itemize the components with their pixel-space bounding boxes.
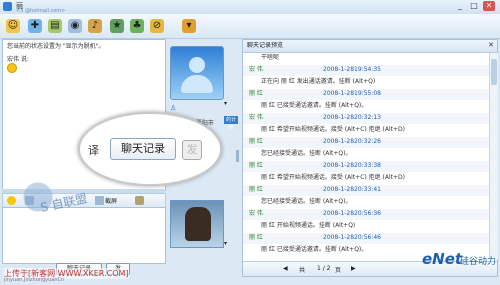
history-message: 丽 红 希望开始视频通话。接受 (Alt+C) 拒绝 (Alt+D) — [261, 126, 406, 133]
history-timestamp: 2008-1-2819:55:08 — [323, 90, 381, 97]
contacts-icon[interactable]: ☺ — [6, 19, 20, 33]
history-panel: 聊天记录预览 ✕ 干啥呢宏 伟 2008-1-2819:54:35 正在向 丽 红 … — [242, 39, 498, 277]
history-sender: 丽 红 — [249, 162, 263, 169]
avatar-menu-icon[interactable]: ▾ — [224, 100, 227, 107]
history-message: 丽 红 已接受通话邀请。挂断 (Alt+Q)。 — [261, 246, 368, 253]
minimize-button[interactable]: _ — [454, 1, 466, 11]
history-close-icon[interactable]: ✕ — [488, 41, 494, 49]
history-entry-header: 丽 红 2008-1-2820:32:26 — [243, 137, 489, 148]
game-icon[interactable]: ♣ — [130, 19, 144, 33]
watermark-sub: jinyuan.JinzhongyuanCn — [4, 277, 65, 283]
history-sender: 丽 红 — [249, 234, 263, 241]
history-message: 正在向 丽 红 发出通话邀请。挂断 (Alt+Q) — [261, 78, 376, 85]
history-scrollbar[interactable] — [489, 53, 498, 259]
magnifier-callout: 译 聊天记录 发 — [78, 112, 222, 186]
history-sender: 丽 红 — [249, 186, 263, 193]
prev-page-icon[interactable]: ◀ — [283, 265, 288, 272]
history-sender: 丽 红 — [249, 138, 263, 145]
history-list[interactable]: 干啥呢宏 伟 2008-1-2819:54:35 正在向 丽 红 发出通话邀请。挂断… — [243, 53, 489, 259]
history-message: 您已经接受通话。挂断 (Alt+Q)。 — [261, 150, 352, 157]
app-icon — [3, 2, 12, 11]
history-message: 丽 红 希望开始视频通话。接受 (Alt+C) 拒绝 (Alt+D) — [261, 174, 406, 181]
person-icon: ♙ — [170, 104, 177, 112]
history-entry-message: 您已经接受通话。挂断 (Alt+Q)。 — [243, 197, 489, 208]
video-icon[interactable]: ◉ — [68, 19, 82, 33]
title-bar: 丽 <3 @hotmail.com> _ □ ✕ — [0, 0, 500, 14]
history-entry-message: 正在向 丽 红 发出通话邀请。挂断 (Alt+Q) — [243, 77, 489, 88]
voice-icon[interactable]: ♪ — [88, 19, 102, 33]
history-message: 丽 红 开始视频通话。挂断 (Alt+Q) — [261, 222, 356, 229]
history-sender: 丽 红 — [249, 90, 263, 97]
history-entry-header: 宏 伟 2008-1-2820:32:13 — [243, 113, 489, 124]
magnified-send-button[interactable]: 发 — [182, 140, 202, 160]
menu-icon[interactable]: ▾ — [182, 19, 196, 33]
history-timestamp: 2008-1-2820:56:46 — [323, 234, 381, 241]
history-message: 干啥呢 — [261, 54, 280, 61]
avatar-body-shape — [181, 75, 213, 93]
my-avatar-menu-icon[interactable]: ▾ — [224, 240, 227, 247]
history-sender: 宏 伟 — [249, 114, 263, 121]
my-avatar[interactable] — [170, 200, 224, 248]
history-message: 您已经接受通话。挂断 (Alt+Q)。 — [261, 198, 352, 205]
file-icon[interactable]: ▤ — [48, 19, 62, 33]
history-entry-header: 宏 伟 2008-1-2819:54:35 — [243, 65, 489, 76]
history-entry-header: 丽 红 2008-1-2820:33:38 — [243, 161, 489, 172]
history-timestamp: 2008-1-2820:56:36 — [323, 210, 381, 217]
history-entry-message: 丽 红 希望开始视频通话。接受 (Alt+C) 拒绝 (Alt+D) — [243, 173, 489, 184]
history-entry-message: 您已经接受通话。挂断 (Alt+Q)。 — [243, 149, 489, 160]
enet-logo: eNet — [422, 250, 463, 268]
history-entry-header: 宏 伟 2008-1-2820:56:36 — [243, 209, 489, 220]
magnified-history-button[interactable]: 聊天记录 — [110, 138, 176, 160]
activity-icon[interactable]: ★ — [110, 19, 124, 33]
history-timestamp: 2008-1-2820:32:26 — [323, 138, 381, 145]
next-page-icon[interactable]: ▶ — [351, 265, 356, 272]
status-note: 您当前的状态设置为 "显示为脱机"。 — [7, 43, 105, 50]
scroll-thumb[interactable] — [491, 59, 497, 85]
history-entry-header: 丽 红 2008-1-2820:56:46 — [243, 233, 489, 244]
history-entry-message: 丽 红 希望开始视频通话。接受 (Alt+C) 拒绝 (Alt+D) — [243, 125, 489, 136]
message-sender: 宏伟 说: — [7, 56, 29, 63]
pager-value: 1 / 2 — [317, 265, 331, 272]
avatar-head-shape — [189, 57, 205, 73]
maximize-button[interactable]: □ — [468, 1, 480, 11]
screenshot-label[interactable]: 截屏 — [105, 196, 117, 205]
history-entry-header: 丽 红 2008-1-2819:55:08 — [243, 89, 489, 100]
history-entry-header: 丽 红 2008-1-2820:33:41 — [243, 185, 489, 196]
toolbar: ☺ ✚ ▤ ◉ ♪ ★ ♣ ⊘ ▾ — [0, 14, 500, 39]
smiley-icon — [7, 63, 17, 73]
screenshot-icon[interactable] — [95, 196, 104, 205]
panel-toggle-handle[interactable] — [236, 150, 239, 162]
history-timestamp: 2008-1-2820:33:38 — [323, 162, 381, 169]
history-timestamp: 2008-1-2820:32:13 — [323, 114, 381, 121]
history-sender: 宏 伟 — [249, 210, 263, 217]
friend-badge[interactable]: 的计划 — [224, 116, 238, 131]
background-icon[interactable] — [135, 196, 144, 205]
close-button[interactable]: ✕ — [483, 1, 495, 11]
history-entry-message: 丽 红 已接受通话邀请。挂断 (Alt+Q)。 — [243, 101, 489, 112]
history-sender: 宏 伟 — [249, 66, 263, 73]
history-message: 丽 红 已接受通话邀请。挂断 (Alt+Q)。 — [261, 102, 368, 109]
enet-logo-suffix: 硅谷动力 — [460, 257, 497, 267]
horse-image — [185, 207, 211, 241]
pager-suffix: 页 — [335, 267, 342, 274]
history-timestamp: 2008-1-2820:33:41 — [323, 186, 381, 193]
magnified-text: 译 — [88, 144, 99, 157]
pager-prefix: 共 — [299, 267, 306, 274]
block-icon[interactable]: ⊘ — [150, 19, 164, 33]
history-timestamp: 2008-1-2819:54:35 — [323, 66, 381, 73]
invite-icon[interactable]: ✚ — [28, 19, 42, 33]
history-entry-message: 丽 红 开始视频通话。挂断 (Alt+Q) — [243, 221, 489, 232]
contact-avatar[interactable] — [170, 46, 224, 100]
history-title: 聊天记录预览 — [243, 40, 497, 53]
history-entry-message: 干啥呢 — [243, 53, 489, 64]
